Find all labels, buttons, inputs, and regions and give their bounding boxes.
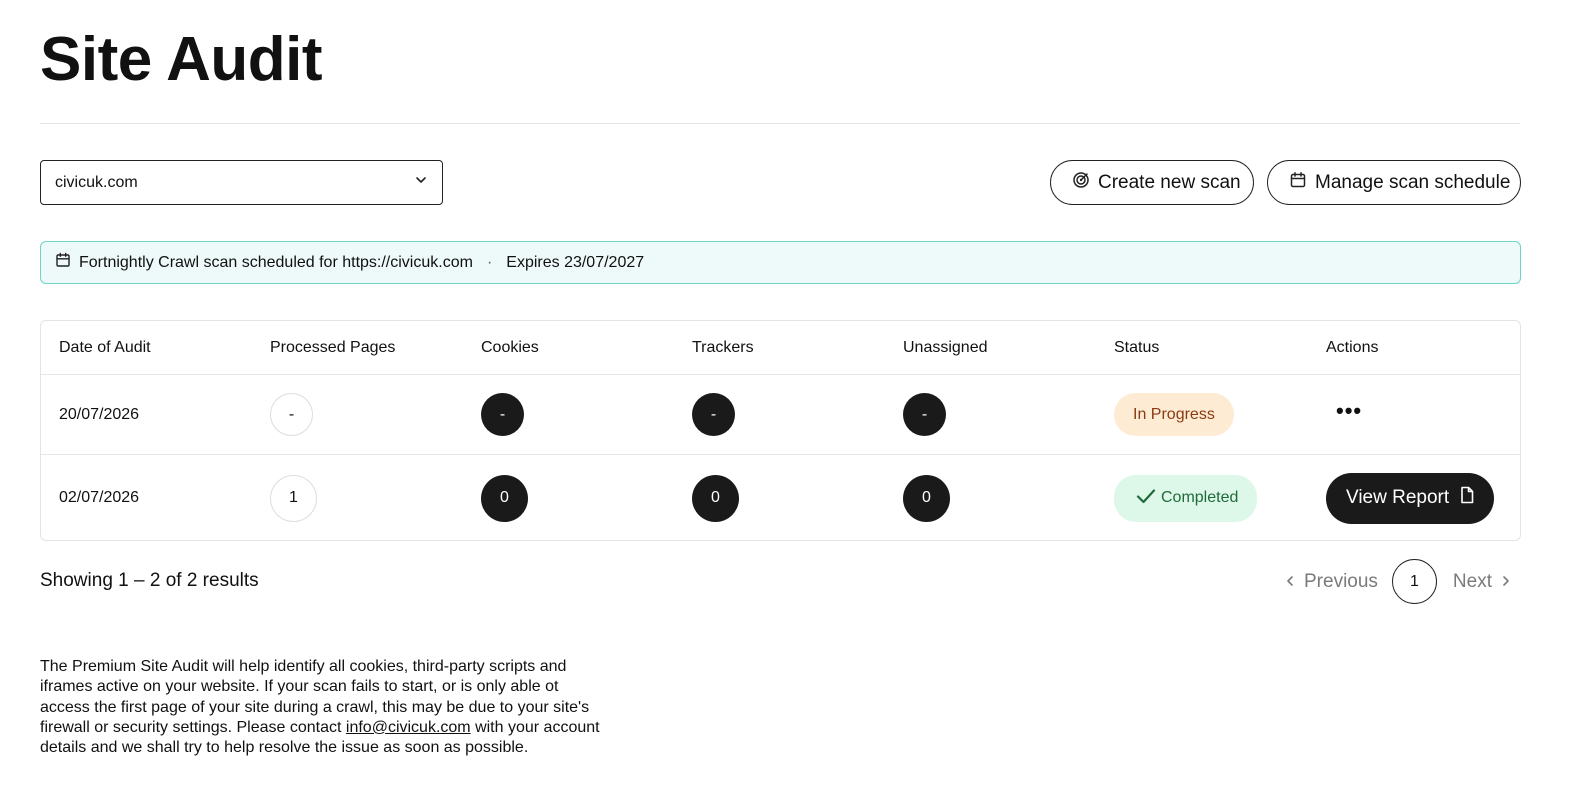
cookies-count: 0: [481, 474, 528, 522]
next-label: Next: [1452, 570, 1492, 592]
site-audit-page: Site Audit civicuk.com Create new scan M…: [0, 0, 1576, 797]
calendar-icon: [55, 252, 71, 273]
cookies-count: -: [481, 393, 524, 436]
audit-table: Date of Audit Processed Pages Cookies Tr…: [40, 320, 1521, 541]
page-title: Site Audit: [40, 25, 323, 94]
table-header-row: Date of Audit Processed Pages Cookies Tr…: [41, 321, 1520, 375]
audit-date: 20/07/2026: [59, 405, 140, 423]
calendar-icon: [1289, 171, 1307, 195]
schedule-text: Fortnightly Crawl scan scheduled for htt…: [79, 253, 473, 271]
schedule-banner: Fortnightly Crawl scan scheduled for htt…: [40, 241, 1521, 284]
results-summary: Showing 1 – 2 of 2 results: [40, 570, 259, 591]
header-cookies: Cookies: [481, 338, 539, 356]
support-email-link[interactable]: info@civicuk.com: [346, 719, 471, 736]
site-select[interactable]: civicuk.com: [40, 160, 443, 205]
create-new-scan-label: Create new scan: [1098, 171, 1241, 193]
checkmark-icon: [1135, 485, 1157, 512]
manage-scan-schedule-button[interactable]: Manage scan schedule: [1267, 160, 1521, 205]
title-divider: [40, 123, 1520, 124]
header-trackers: Trackers: [692, 338, 754, 356]
chevron-right-icon: [1500, 571, 1512, 593]
table-row: 02/07/2026 1 0 0 0 Completed View Report: [41, 455, 1520, 541]
view-report-label: View Report: [1346, 487, 1450, 508]
header-processed-pages: Processed Pages: [270, 338, 396, 356]
status-badge-label: Completed: [1161, 489, 1239, 506]
processed-pages-count: 1: [270, 474, 317, 522]
manage-scan-schedule-label: Manage scan schedule: [1315, 171, 1511, 193]
next-page-button[interactable]: Next: [1453, 571, 1512, 593]
document-icon: [1459, 486, 1475, 510]
more-actions-button[interactable]: •••: [1326, 398, 1372, 424]
status-badge: In Progress: [1114, 393, 1234, 436]
chevron-down-icon: [414, 173, 428, 192]
audit-date: 02/07/2026: [59, 489, 140, 506]
unassigned-count: -: [903, 393, 946, 436]
trackers-count: 0: [692, 474, 739, 522]
trackers-count: -: [692, 393, 735, 436]
banner-separator: ·: [486, 253, 493, 271]
expires-text: Expires 23/07/2027: [506, 253, 645, 271]
header-status: Status: [1114, 338, 1160, 356]
create-new-scan-button[interactable]: Create new scan: [1050, 160, 1254, 205]
table-row: 20/07/2026 - - - - In Progress •••: [41, 375, 1520, 455]
chevron-left-icon: [1284, 571, 1296, 593]
view-report-button[interactable]: View Report: [1326, 472, 1495, 524]
page-number-button[interactable]: 1: [1391, 559, 1437, 604]
previous-page-button[interactable]: Previous: [1284, 571, 1378, 593]
info-paragraph: The Premium Site Audit will help identif…: [40, 657, 608, 758]
site-select-value: civicuk.com: [55, 173, 138, 191]
header-actions: Actions: [1326, 338, 1379, 356]
unassigned-count: 0: [903, 474, 950, 522]
pagination: Previous 1 Next: [1284, 559, 1512, 604]
status-badge: Completed: [1114, 474, 1258, 522]
header-unassigned: Unassigned: [903, 338, 988, 356]
header-date-of-audit: Date of Audit: [59, 338, 151, 356]
processed-pages-count: -: [270, 393, 313, 436]
radar-icon: [1072, 171, 1090, 195]
previous-label: Previous: [1304, 570, 1378, 592]
